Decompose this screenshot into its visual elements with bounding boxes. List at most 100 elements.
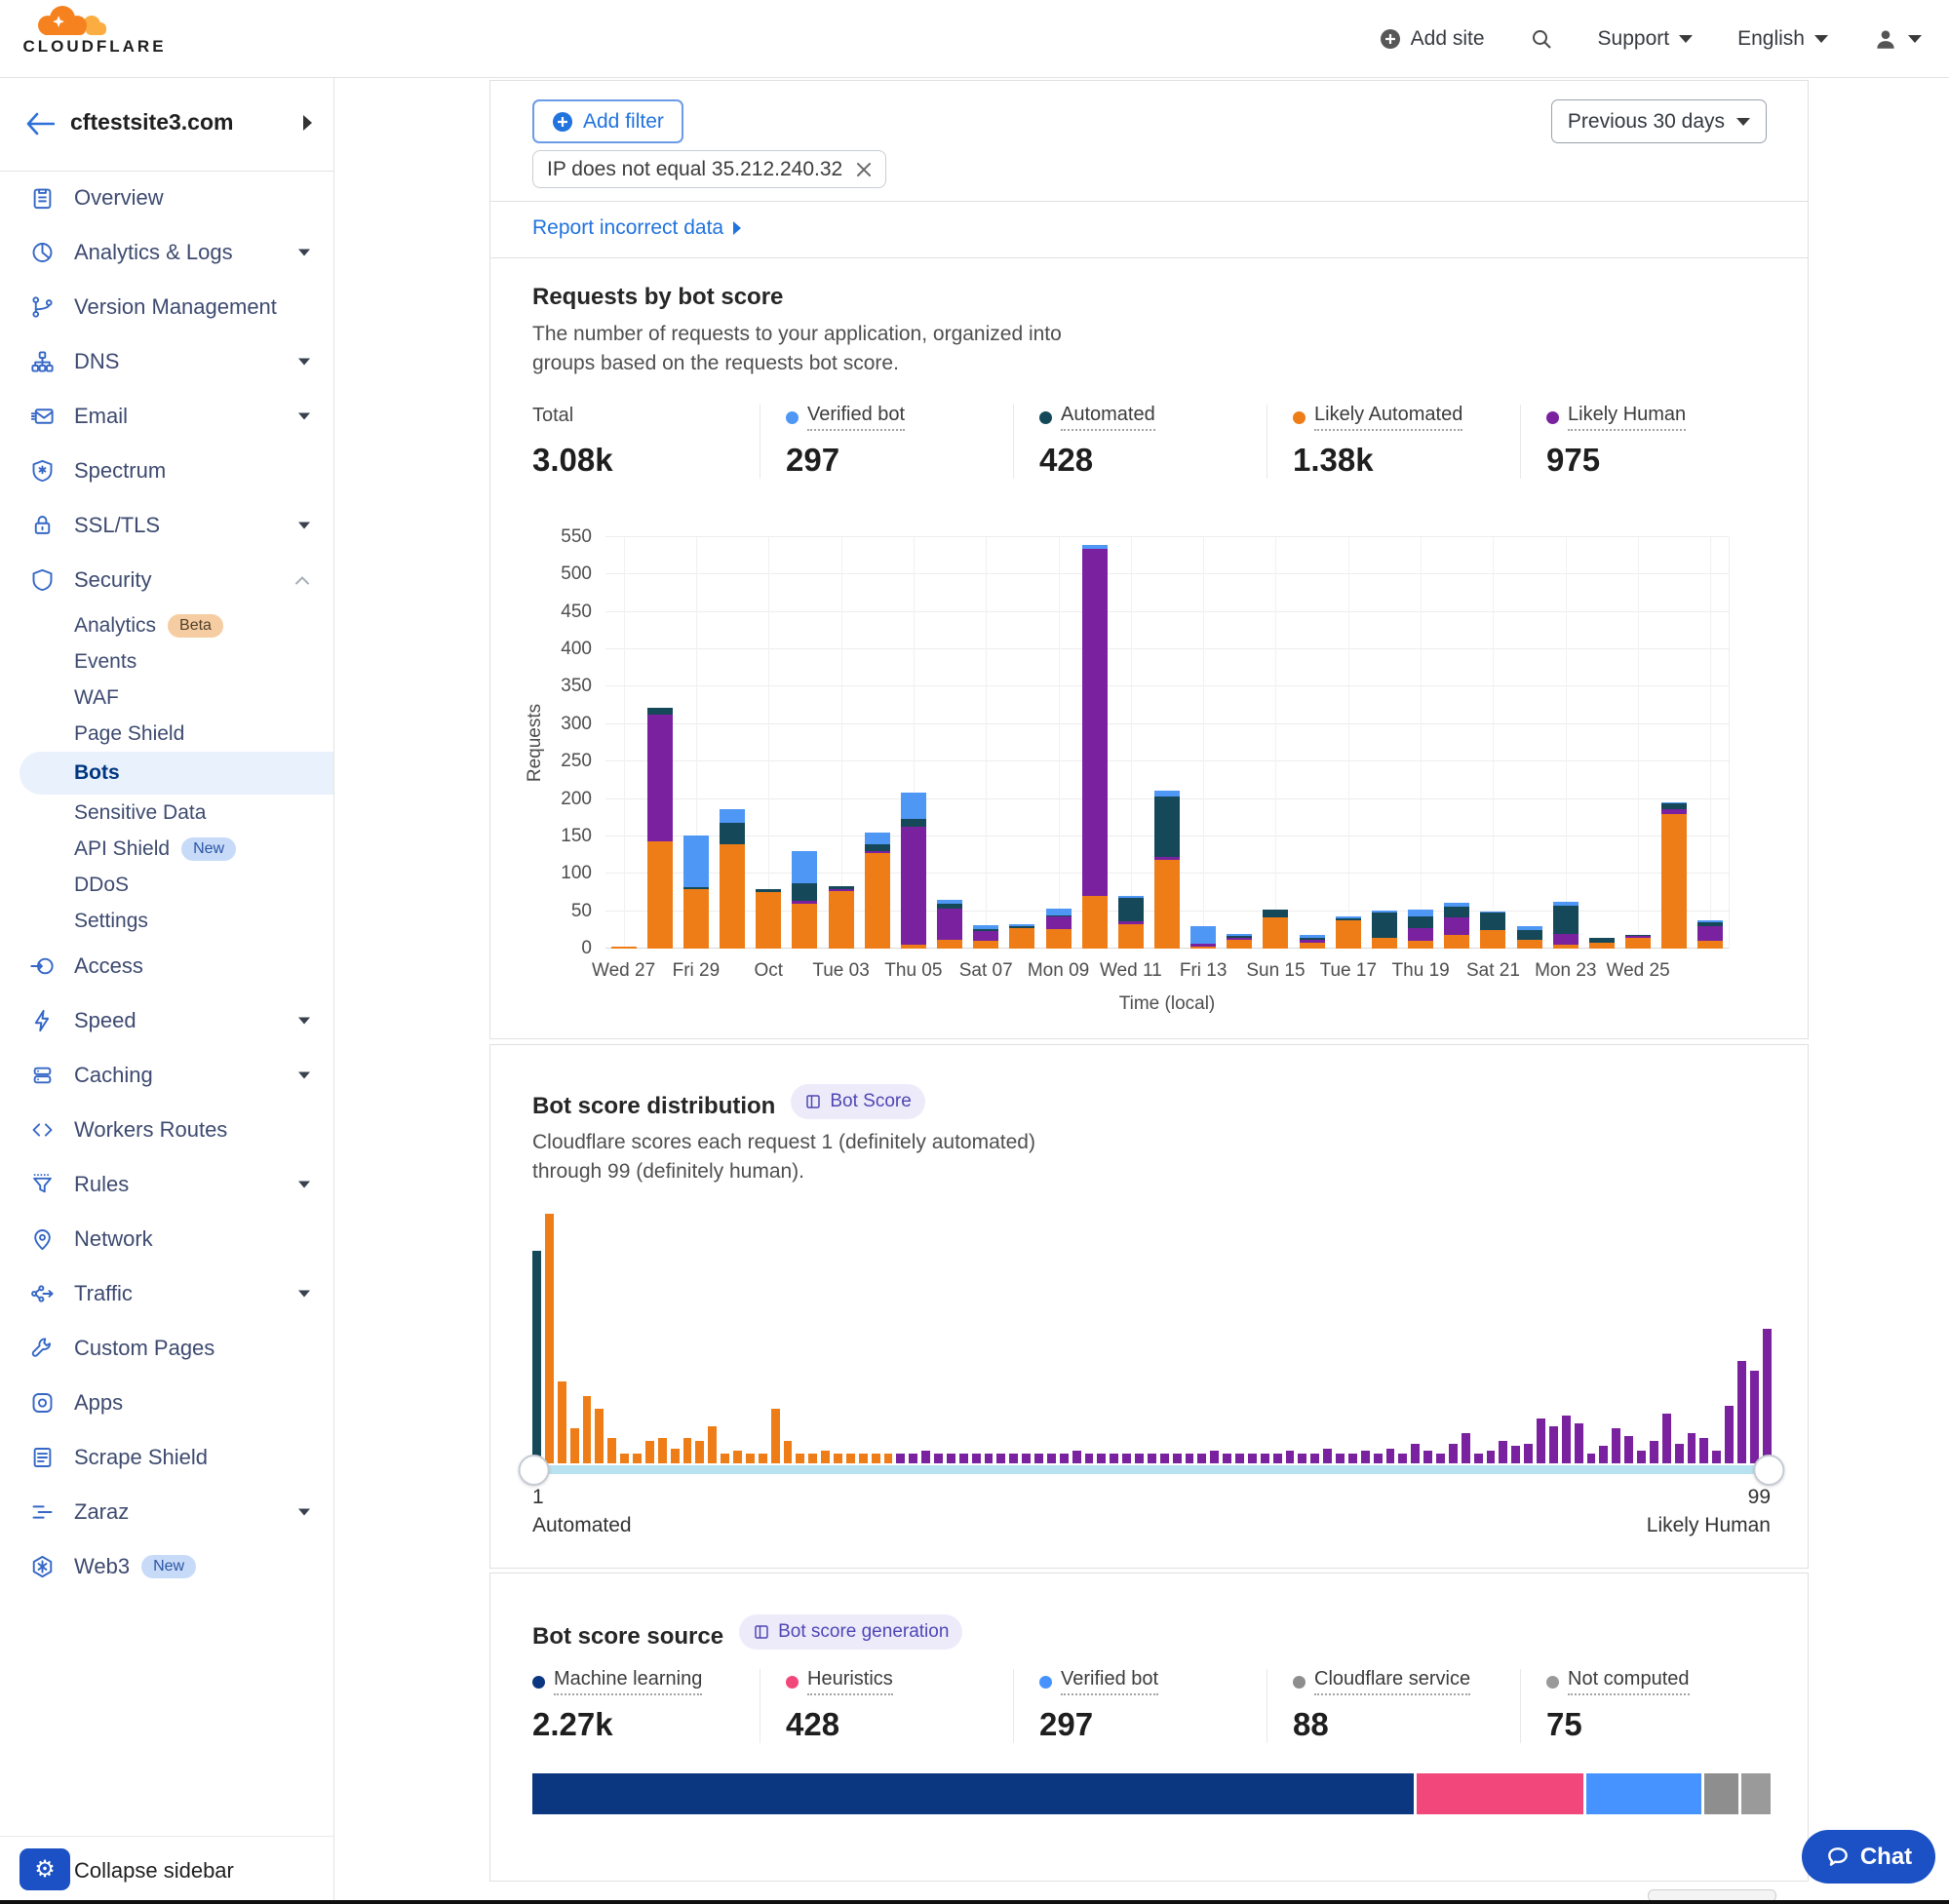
stat-total: Total3.08k (532, 405, 760, 479)
bar-segment-automated (1154, 797, 1180, 856)
sidebar-item-analytics[interactable]: AnalyticsBeta (0, 607, 333, 643)
sidebar-item-spectrum[interactable]: Spectrum (0, 444, 333, 498)
sidebar-item-analytics-logs[interactable]: Analytics & Logs (0, 225, 333, 280)
sidebar-item-network[interactable]: Network (0, 1212, 333, 1266)
sidebar-item-bots[interactable]: Bots (19, 752, 333, 795)
x-tick-label: Fri 13 (1180, 960, 1228, 982)
bot-score-distribution-card: Bot score distributionBot Score Cloudfla… (489, 1044, 1809, 1569)
collapse-sidebar-button[interactable]: Collapse sidebar (74, 1858, 234, 1884)
location-pin-icon (29, 1226, 56, 1253)
histogram-bar-score-83 (1562, 1416, 1571, 1463)
close-icon[interactable] (856, 162, 872, 177)
sidebar-item-sensitive-data[interactable]: Sensitive Data (0, 795, 333, 831)
sidebar-item-zaraz[interactable]: Zaraz (0, 1485, 333, 1539)
stat-label[interactable]: Cloudflare service (1314, 1668, 1470, 1695)
cloudflare-logo[interactable]: CLOUDFLARE (21, 4, 168, 57)
sidebar-item-email[interactable]: Email (0, 389, 333, 444)
stat-label[interactable]: Machine learning (554, 1668, 702, 1695)
language-menu[interactable]: English (1737, 27, 1828, 51)
stat-label[interactable]: Verified bot (807, 404, 905, 431)
sidebar-item-security[interactable]: Security (0, 553, 333, 607)
document-lines-icon (29, 1445, 56, 1471)
y-tick-label: 500 (561, 563, 592, 585)
chart-bar (1372, 537, 1397, 949)
sidebar-item-events[interactable]: Events (0, 643, 333, 680)
bar-segment-likely-automated (1517, 940, 1542, 949)
histogram-bar-score-67 (1361, 1451, 1370, 1463)
score-range-slider[interactable] (532, 1465, 1771, 1474)
settings-gear-button[interactable]: ⚙ (19, 1848, 70, 1890)
filter-chip[interactable]: IP does not equal 35.212.240.32 (532, 150, 886, 188)
funnel-icon (29, 1172, 56, 1198)
sidebar-item-waf[interactable]: WAF (0, 680, 333, 716)
sidebar-item-page-shield[interactable]: Page Shield (0, 716, 333, 752)
sidebar-item-apps[interactable]: Apps (0, 1376, 333, 1430)
bar-segment-verified-bot (901, 793, 926, 819)
histogram-bar-score-33 (934, 1454, 943, 1463)
clipboard-icon (29, 185, 56, 212)
site-switcher-caret-icon[interactable] (303, 115, 312, 131)
stat-label[interactable]: Not computed (1568, 1668, 1690, 1695)
sidebar-item-access[interactable]: Access (0, 939, 333, 993)
sidebar-item-scrape-shield[interactable]: Scrape Shield (0, 1430, 333, 1485)
sidebar-item-custom-pages[interactable]: Custom Pages (0, 1321, 333, 1376)
date-range-select[interactable]: Previous 30 days (1551, 99, 1767, 143)
histogram-bar-score-51 (1160, 1454, 1169, 1463)
sidebar-item-rules[interactable]: Rules (0, 1157, 333, 1212)
stat-value: 975 (1546, 442, 1774, 479)
stat-label[interactable]: Likely Automated (1314, 404, 1462, 431)
bar-segment-likely-automated (1046, 929, 1072, 949)
bar-segment-verified-bot (683, 835, 709, 887)
stat-automated: Automated428 (1013, 405, 1267, 479)
sidebar-item-traffic[interactable]: Traffic (0, 1266, 333, 1321)
histogram-bar-score-13 (683, 1438, 692, 1463)
bar-segment-automated (647, 708, 673, 715)
stat-label[interactable]: Likely Human (1568, 404, 1686, 431)
account-menu[interactable] (1873, 26, 1922, 52)
histogram-bar-score-82 (1549, 1426, 1558, 1463)
stat-value: 297 (1039, 1706, 1267, 1743)
sidebar-item-web3[interactable]: Web3New (0, 1539, 333, 1594)
sidebar-item-ddos[interactable]: DDoS (0, 867, 333, 903)
sidebar-item-api-shield[interactable]: API ShieldNew (0, 831, 333, 867)
sidebar-item-settings[interactable]: Settings (0, 903, 333, 939)
stat-label[interactable]: Heuristics (807, 1668, 893, 1695)
bar-segment-likely-automated (973, 941, 998, 949)
y-tick-label: 50 (571, 901, 592, 922)
chat-button[interactable]: Chat (1802, 1830, 1935, 1884)
report-incorrect-data-link[interactable]: Report incorrect data (532, 216, 741, 240)
bot-score-generation-doc-badge[interactable]: Bot score generation (739, 1614, 962, 1650)
slider-handle-min[interactable] (519, 1455, 550, 1486)
slider-max-value: 99 (1748, 1486, 1771, 1509)
bar-segment-likely-automated (1480, 930, 1505, 949)
stat-label[interactable]: Automated (1061, 404, 1155, 431)
chevron-down-icon (298, 523, 310, 529)
chart-bar (1408, 537, 1433, 949)
sidebar-item-dns[interactable]: DNS (0, 334, 333, 389)
bot-score-doc-badge[interactable]: Bot Score (791, 1084, 924, 1119)
bar-segment-likely-automated (647, 841, 673, 949)
stat-value: 2.27k (532, 1706, 760, 1743)
stat-label[interactable]: Verified bot (1061, 1668, 1158, 1695)
histogram-bar-score-10 (645, 1441, 654, 1463)
histogram-bar-score-97 (1737, 1361, 1746, 1463)
chart-bar (1227, 537, 1252, 949)
sidebar-item-overview[interactable]: Overview (0, 171, 333, 225)
x-tick-label: Sun 15 (1246, 960, 1305, 982)
histogram-bar-score-18 (746, 1454, 755, 1463)
histogram-bar-score-40 (1022, 1454, 1031, 1463)
add-site-button[interactable]: Add site (1380, 27, 1485, 51)
sidebar-item-speed[interactable]: Speed (0, 993, 333, 1048)
stat-value: 75 (1546, 1706, 1774, 1743)
sitemap-icon (29, 349, 56, 375)
sidebar-item-workers-routes[interactable]: Workers Routes (0, 1103, 333, 1157)
sidebar-item-caching[interactable]: Caching (0, 1048, 333, 1103)
sidebar-item-version-management[interactable]: Version Management (0, 280, 333, 334)
back-arrow-icon[interactable] (25, 111, 55, 136)
search-button[interactable] (1530, 27, 1553, 51)
histogram-bar-score-44 (1072, 1451, 1081, 1463)
add-filter-button[interactable]: Add filter (532, 99, 683, 143)
slider-handle-max[interactable] (1753, 1455, 1784, 1486)
sidebar-item-ssl-tls[interactable]: SSL/TLS (0, 498, 333, 553)
support-menu[interactable]: Support (1598, 27, 1694, 51)
